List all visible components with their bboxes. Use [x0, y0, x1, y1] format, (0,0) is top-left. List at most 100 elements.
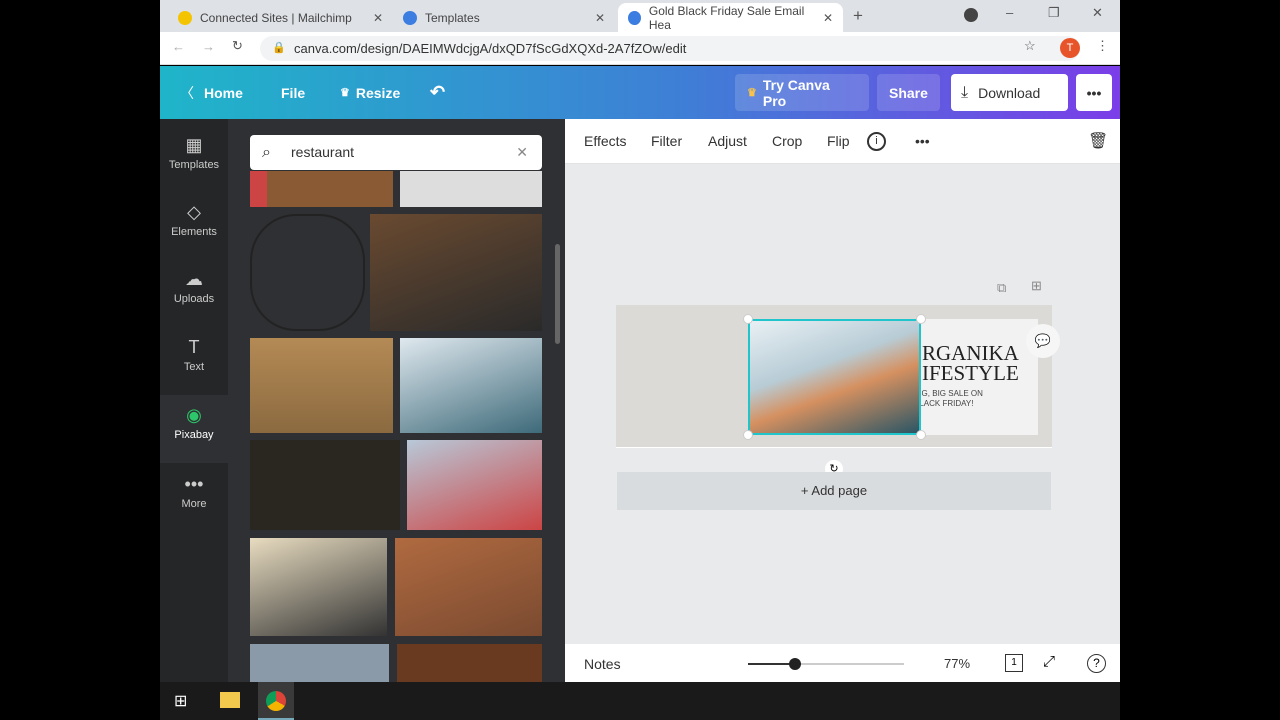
- restore-icon[interactable]: ❐: [1048, 5, 1060, 21]
- resize-handle[interactable]: [743, 314, 753, 324]
- tab-mailchimp[interactable]: Connected Sites | Mailchimp ✕: [168, 3, 393, 32]
- image-result[interactable]: [250, 171, 393, 207]
- tab-design[interactable]: Gold Black Friday Sale Email Hea ✕: [618, 3, 843, 32]
- close-icon[interactable]: ✕: [373, 11, 383, 25]
- image-result[interactable]: [250, 338, 393, 433]
- file-button[interactable]: File: [281, 66, 305, 119]
- editor-footer: Notes 77% 1 ⤢ ?: [565, 644, 1120, 682]
- help-icon[interactable]: ?: [1087, 654, 1106, 673]
- undo-icon[interactable]: ↶: [430, 66, 445, 119]
- notes-button[interactable]: Notes: [584, 656, 621, 672]
- image-result[interactable]: [397, 644, 542, 682]
- adjust-button[interactable]: Adjust: [708, 133, 747, 149]
- close-window-icon[interactable]: ✕: [1092, 5, 1103, 21]
- fullscreen-icon[interactable]: ⤢: [1043, 653, 1055, 670]
- side-rail: ▦ Templates ◇ Elements ☁ Uploads T Text ◉ Pix…: [160, 119, 228, 682]
- minimize-icon[interactable]: –: [1006, 5, 1013, 20]
- chrome-taskbar-button[interactable]: [258, 682, 294, 720]
- avatar[interactable]: T: [1060, 38, 1080, 58]
- forward-icon[interactable]: →: [202, 39, 215, 54]
- templates-icon: ▦: [185, 135, 203, 155]
- design-heading[interactable]: RGANIKA IFESTYLE: [922, 343, 1019, 385]
- rail-templates[interactable]: ▦ Templates: [160, 135, 228, 171]
- reload-icon[interactable]: ↻: [232, 38, 243, 54]
- chevron-left-icon: 〈: [180, 84, 194, 101]
- image-result[interactable]: [407, 440, 542, 530]
- file-explorer-icon[interactable]: [220, 692, 240, 708]
- filter-button[interactable]: Filter: [651, 133, 682, 149]
- search-value: restaurant: [291, 144, 355, 160]
- selected-image[interactable]: [743, 314, 926, 440]
- lock-icon: 🔒: [272, 42, 286, 54]
- clear-icon[interactable]: ✕: [516, 135, 528, 170]
- home-button[interactable]: 〈 Home: [180, 66, 243, 119]
- add-comment-icon[interactable]: 💬: [1026, 324, 1060, 358]
- download-button[interactable]: ⤓ Download: [951, 74, 1068, 111]
- subtext-line: BLACK FRIDAY!: [914, 399, 974, 408]
- effects-button[interactable]: Effects: [584, 133, 627, 149]
- image-result[interactable]: [250, 538, 387, 636]
- share-button[interactable]: Share: [877, 74, 940, 111]
- image-result[interactable]: [250, 440, 400, 530]
- more-options-button[interactable]: •••: [1076, 74, 1112, 111]
- url-input[interactable]: 🔒 canva.com/design/DAEIMWdcjgA/dxQD7fScGd…: [260, 36, 1080, 61]
- image-result[interactable]: [400, 338, 542, 433]
- resize-handle[interactable]: [916, 314, 926, 324]
- image-result[interactable]: [400, 171, 542, 207]
- design-subtext[interactable]: BIG, BIG SALE ON BLACK FRIDAY!: [914, 389, 983, 409]
- rail-label: Uploads: [173, 293, 215, 305]
- browser-tab-bar: Connected Sites | Mailchimp ✕ Templates ✕ …: [160, 0, 1120, 32]
- page-count-button[interactable]: 1: [1005, 654, 1023, 672]
- tab-templates[interactable]: Templates ✕: [393, 3, 615, 32]
- image-result[interactable]: [250, 644, 389, 682]
- zoom-slider[interactable]: [748, 658, 904, 670]
- rail-more[interactable]: ••• More: [160, 474, 228, 510]
- tab-title: Templates: [425, 10, 480, 25]
- address-bar-row: ← → ↻ 🔒 canva.com/design/DAEIMWdcjgA/dxQD…: [160, 32, 1120, 65]
- rail-uploads[interactable]: ☁ Uploads: [160, 269, 228, 305]
- resize-button[interactable]: ♛ Resize: [340, 66, 400, 119]
- design-page[interactable]: RGANIKA IFESTYLE BIG, BIG SALE ON BLACK FR…: [616, 305, 1052, 448]
- canvas-scrollbar[interactable]: [1108, 172, 1116, 622]
- close-icon[interactable]: ✕: [595, 11, 605, 25]
- windows-taskbar: ⊞: [160, 682, 1120, 720]
- zoom-slider-knob[interactable]: [788, 658, 801, 670]
- new-tab-icon[interactable]: +: [853, 6, 863, 26]
- image-result[interactable]: [370, 214, 542, 331]
- zoom-level[interactable]: 77%: [944, 656, 970, 671]
- canvas-area: ⧉ ⊞ RGANIKA IFESTYLE BIG, BIG SALE ON BLAC…: [565, 164, 1120, 644]
- trash-icon[interactable]: 🗑: [1088, 131, 1108, 151]
- pixabay-panel: ⌕ restaurant ✕: [228, 119, 565, 682]
- resize-handle[interactable]: [916, 430, 926, 440]
- subtext-line: BIG, BIG SALE ON: [914, 389, 983, 398]
- info-icon[interactable]: i: [867, 132, 886, 151]
- resize-handle[interactable]: [743, 430, 753, 440]
- rail-pixabay[interactable]: ◉ Pixabay: [160, 395, 228, 463]
- panel-scrollbar[interactable]: [555, 244, 560, 344]
- duplicate-page-icon[interactable]: ⧉: [997, 280, 1006, 296]
- rail-text[interactable]: T Text: [160, 337, 228, 373]
- more-icon[interactable]: •••: [915, 133, 930, 149]
- try-canva-pro-button[interactable]: ♛ Try Canva Pro: [735, 74, 869, 111]
- search-input[interactable]: ⌕ restaurant ✕: [250, 135, 542, 170]
- chrome-icon: [266, 691, 286, 711]
- add-page-button[interactable]: + Add page: [617, 472, 1051, 510]
- profile-menu-icon[interactable]: [964, 8, 978, 22]
- back-icon[interactable]: ←: [172, 39, 185, 54]
- canva-icon: [403, 10, 417, 25]
- mailchimp-icon: [178, 10, 192, 25]
- try-pro-label: Try Canva Pro: [762, 76, 830, 109]
- image-result-chef-drawing[interactable]: [250, 214, 365, 331]
- tab-title: Connected Sites | Mailchimp: [200, 10, 352, 25]
- windows-start-icon[interactable]: ⊞: [174, 691, 187, 711]
- close-icon[interactable]: ✕: [823, 11, 833, 25]
- rail-label: Elements: [171, 226, 217, 238]
- browser-menu-icon[interactable]: ⋮: [1096, 38, 1109, 54]
- heading-line: IFESTYLE: [922, 361, 1019, 385]
- rail-elements[interactable]: ◇ Elements: [160, 202, 228, 238]
- image-result[interactable]: [395, 538, 542, 636]
- add-page-icon[interactable]: ⊞: [1031, 278, 1042, 294]
- crop-button[interactable]: Crop: [772, 133, 802, 149]
- bookmark-star-icon[interactable]: ☆: [1024, 38, 1036, 54]
- flip-button[interactable]: Flip: [827, 133, 850, 149]
